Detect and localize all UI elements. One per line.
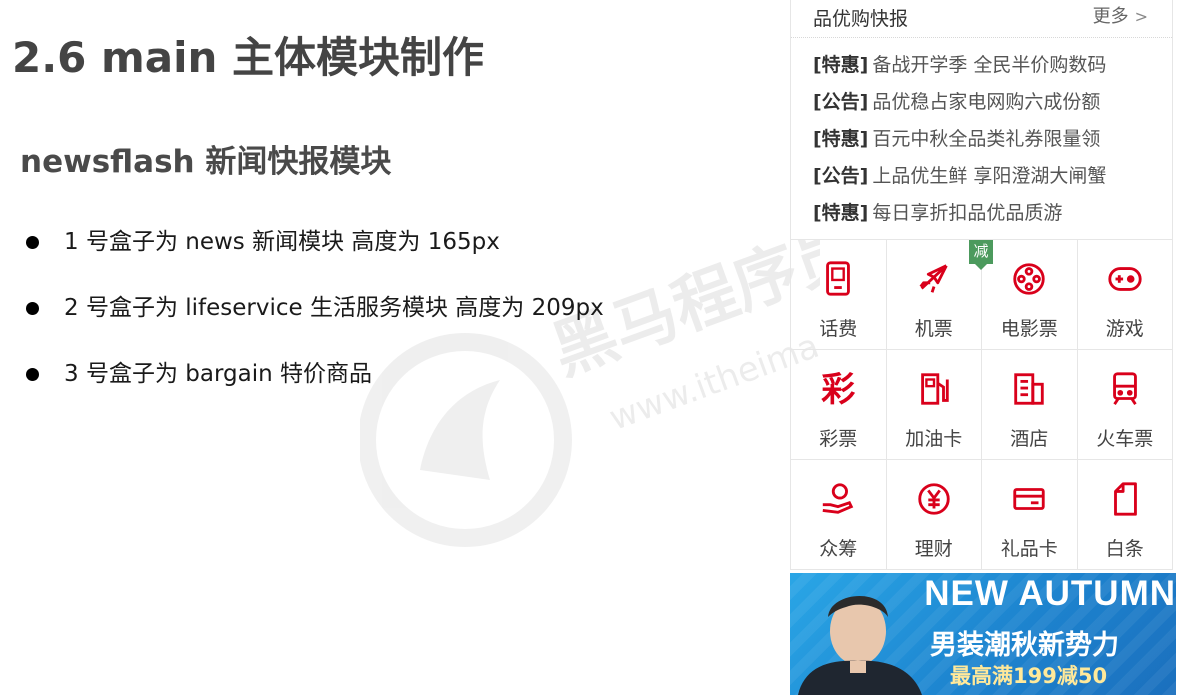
news-header: 品优购快报 更多 > <box>791 0 1172 38</box>
news-tag: [特惠] <box>813 202 869 224</box>
airplane-icon <box>919 264 948 293</box>
service-label: 白条 <box>1105 538 1144 560</box>
lifeservice-grid: 话费 减 机票 电影票 游戏 彩 彩票 加油卡 酒店 火车票 众筹 理财 礼品卡… <box>790 240 1173 570</box>
bullet-dot-icon <box>26 302 39 315</box>
service-label: 游戏 <box>1105 318 1144 340</box>
news-tag: [特惠] <box>813 54 869 76</box>
news-item[interactable]: [特惠] 每日享折扣品优品质游 <box>813 198 1106 235</box>
service-hotel[interactable]: 酒店 <box>982 350 1078 460</box>
bullet-text: 3 号盒子为 bargain 特价商品 <box>64 361 372 387</box>
news-item[interactable]: [公告] 上品优生鲜 享阳澄湖大闸蟹 <box>813 161 1106 198</box>
lottery-icon: 彩 <box>821 370 856 410</box>
model-photo <box>798 595 922 695</box>
service-game[interactable]: 游戏 <box>1077 240 1173 350</box>
service-giftcard[interactable]: 礼品卡 <box>982 460 1078 570</box>
newsflash-panel: 品优购快报 更多 > [特惠] 备战开学季 全民半价购数码 [公告] 品优稳占家电网购… <box>790 0 1173 570</box>
service-phone[interactable]: 话费 <box>791 240 887 350</box>
bargain-banner[interactable]: NEW AUTUMN 男装潮秋新势力 最高满199减50 <box>790 573 1176 695</box>
service-baitiao[interactable]: 白条 <box>1077 460 1173 570</box>
service-label: 彩票 <box>819 428 858 450</box>
bullet-item: 1 号盒子为 news 新闻模块 高度为 165px <box>24 222 604 288</box>
slide-title: 2.6 main 主体模块制作 <box>12 33 485 82</box>
service-lottery[interactable]: 彩 彩票 <box>791 350 887 460</box>
service-label: 话费 <box>819 318 858 340</box>
news-text: 每日享折扣品优品质游 <box>872 202 1063 224</box>
more-link[interactable]: 更多 > <box>1093 2 1148 28</box>
news-box: 品优购快报 更多 > [特惠] 备战开学季 全民半价购数码 [公告] 品优稳占家电网购… <box>790 0 1173 240</box>
service-train[interactable]: 火车票 <box>1077 350 1173 460</box>
bullet-text: 2 号盒子为 lifeservice 生活服务模块 高度为 209px <box>64 295 604 321</box>
service-label: 机票 <box>914 318 953 340</box>
document-icon <box>1113 482 1137 516</box>
service-label: 众筹 <box>819 538 858 560</box>
train-icon <box>1112 372 1137 405</box>
news-title: 品优购快报 <box>813 8 909 30</box>
gamepad-icon <box>1108 267 1142 291</box>
banner-headline: NEW AUTUMN <box>924 574 1176 613</box>
news-item[interactable]: [公告] 品优稳占家电网购六成份额 <box>813 87 1106 124</box>
news-item[interactable]: [特惠] 百元中秋全品类礼券限量领 <box>813 124 1106 161</box>
watermark-url: www.itheima.com <box>604 297 820 438</box>
service-label: 电影票 <box>1000 318 1058 340</box>
service-label: 酒店 <box>1010 428 1049 450</box>
more-label: 更多 <box>1092 6 1129 27</box>
crowdfunding-hand-icon <box>822 483 854 514</box>
service-label: 礼品卡 <box>1000 538 1058 560</box>
news-item[interactable]: [特惠] 备战开学季 全民半价购数码 <box>813 50 1106 87</box>
bullet-item: 3 号盒子为 bargain 特价商品 <box>24 354 604 420</box>
news-tag: [公告] <box>813 91 869 113</box>
news-text: 百元中秋全品类礼券限量领 <box>872 128 1101 150</box>
bullet-text: 1 号盒子为 news 新闻模块 高度为 165px <box>64 229 500 255</box>
service-fuel[interactable]: 加油卡 <box>886 350 982 460</box>
service-movie[interactable]: 电影票 <box>982 240 1078 350</box>
hotel-building-icon <box>1014 373 1044 405</box>
film-reel-icon <box>1013 263 1045 295</box>
service-label: 理财 <box>914 538 953 560</box>
service-finance[interactable]: 理财 <box>886 460 982 570</box>
slide-subtitle: newsflash 新闻快报模块 <box>20 144 392 180</box>
banner-slogan: 男装潮秋新势力 <box>930 630 1119 661</box>
service-crowdfunding[interactable]: 众筹 <box>791 460 887 570</box>
news-list: [特惠] 备战开学季 全民半价购数码 [公告] 品优稳占家电网购六成份额 [特惠] 百… <box>813 50 1106 235</box>
chevron-right-icon: > <box>1134 7 1148 26</box>
gift-card-icon <box>1013 488 1045 510</box>
service-flight[interactable]: 减 机票 <box>886 240 993 350</box>
discount-badge: 减 <box>969 240 993 270</box>
banner-offer: 最高满199减50 <box>950 664 1108 688</box>
news-text: 品优稳占家电网购六成份额 <box>872 91 1101 113</box>
bullet-dot-icon <box>26 368 39 381</box>
yen-coin-icon <box>918 483 950 515</box>
news-text: 上品优生鲜 享阳澄湖大闸蟹 <box>872 165 1107 187</box>
service-label: 火车票 <box>1096 428 1154 450</box>
news-tag: [公告] <box>813 165 869 187</box>
news-tag: [特惠] <box>813 128 869 150</box>
bullet-list: 1 号盒子为 news 新闻模块 高度为 165px 2 号盒子为 lifese… <box>24 222 604 420</box>
fuel-pump-icon <box>920 373 949 405</box>
bullet-dot-icon <box>26 236 39 249</box>
service-label: 加油卡 <box>905 428 963 450</box>
phone-icon <box>826 261 851 296</box>
news-text: 备战开学季 全民半价购数码 <box>872 54 1107 76</box>
bullet-item: 2 号盒子为 lifeservice 生活服务模块 高度为 209px <box>24 288 604 354</box>
